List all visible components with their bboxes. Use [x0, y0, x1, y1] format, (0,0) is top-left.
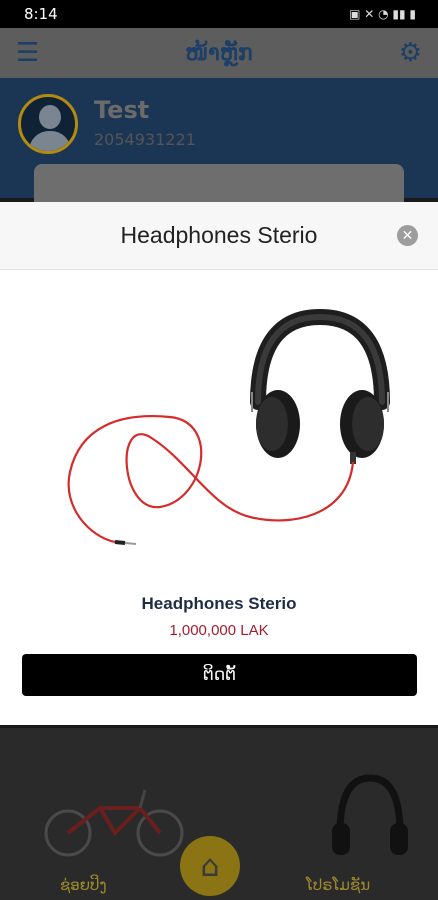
product-name: Headphones Sterio [141, 594, 297, 613]
app-bar-title: ໜ້າຫຼັກ [185, 40, 253, 66]
menu-icon[interactable]: ☰ [16, 38, 39, 68]
app-bar: ☰ ໜ້າຫຼັກ ⚙ [0, 28, 438, 78]
avatar-body [29, 131, 71, 151]
close-icon[interactable]: ✕ [397, 225, 418, 246]
nav-label-right[interactable]: ໂປຣໂມຊັນ [306, 876, 370, 894]
profile-phone: 2054931221 [94, 130, 196, 149]
headphones-image [67, 308, 390, 545]
modal-header: Headphones Sterio ✕ [0, 202, 438, 270]
home-icon: ⌂ [200, 848, 220, 884]
install-button[interactable]: ຕິດຕັ້ [22, 654, 417, 696]
profile-section: Test 2054931221 [0, 78, 438, 224]
status-icons: ▣ ✕ ◔ ▮▮ ▮ [349, 7, 416, 21]
nav-label-left[interactable]: ຊ່ອຍປິງ [60, 876, 107, 894]
product-price: 1,000,000 LAK [169, 622, 269, 639]
headphones-thumbnail[interactable] [330, 773, 410, 863]
home-button[interactable]: ⌂ [180, 836, 240, 896]
bicycle-image[interactable] [40, 778, 190, 858]
product-carousel: ⌂ ຊ່ອຍປິງ ໂປຣໂມຊັນ [0, 728, 438, 900]
modal-title: Headphones Sterio [120, 222, 318, 248]
status-bar: 8:14 ▣ ✕ ◔ ▮▮ ▮ [0, 0, 438, 28]
product-modal: Headphones Sterio ✕ Headphones Sterio 1,… [0, 202, 438, 725]
status-time: 8:14 [24, 5, 58, 23]
avatar-head [39, 105, 61, 129]
gear-icon[interactable]: ⚙ [399, 38, 422, 68]
profile-name: Test [94, 96, 150, 124]
avatar [18, 94, 78, 154]
